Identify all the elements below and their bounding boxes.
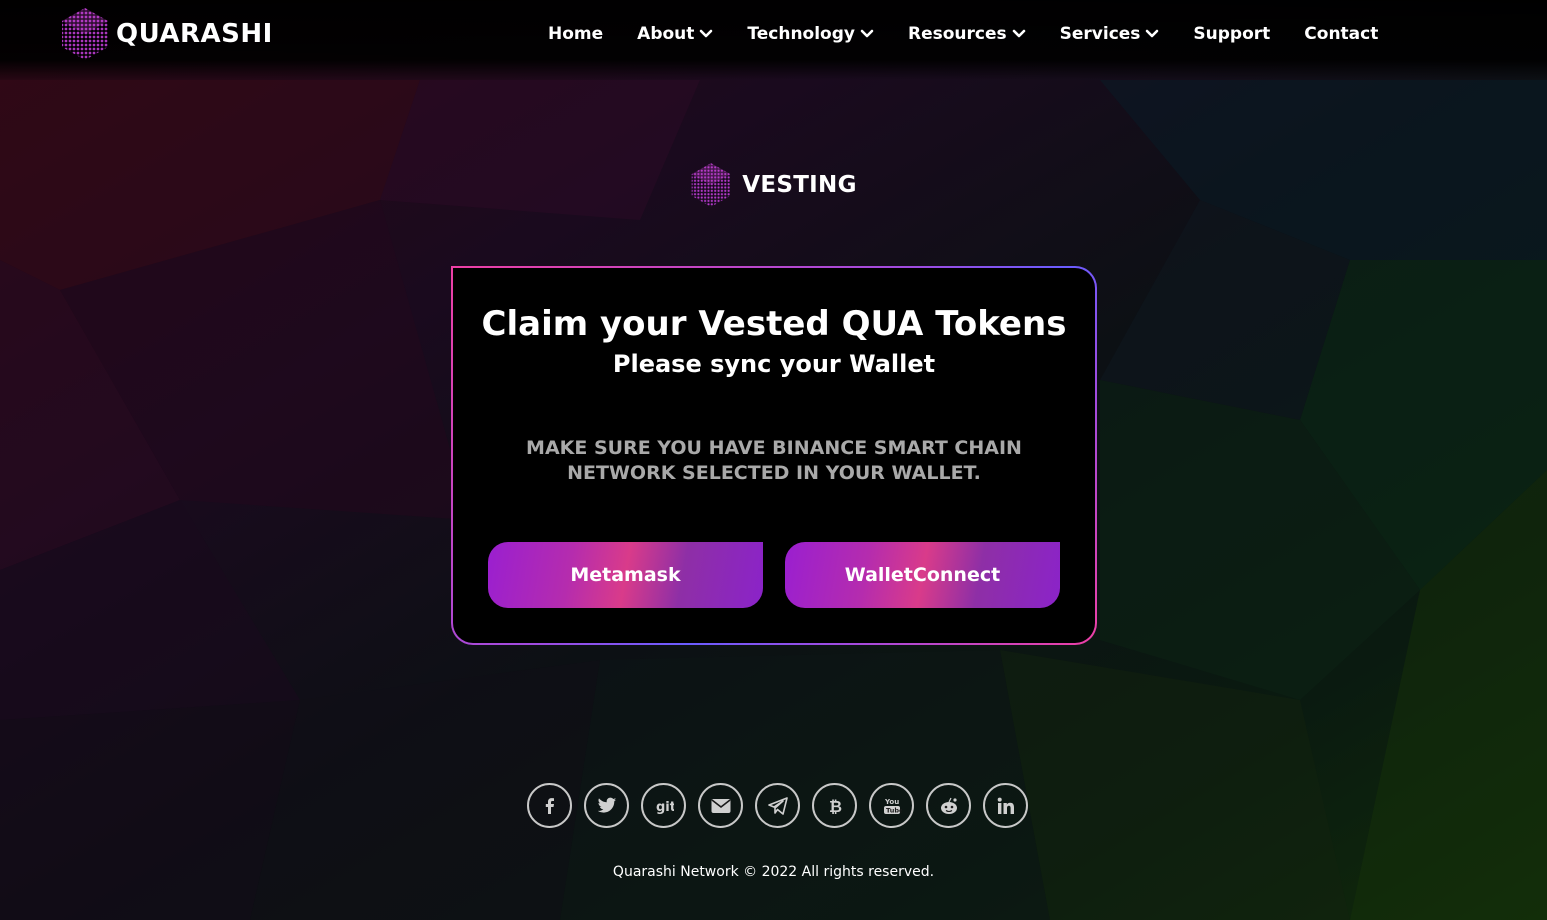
nav-label: Contact (1304, 24, 1379, 44)
telegram-icon (767, 796, 788, 815)
nav-label: Support (1193, 24, 1271, 44)
nav-home[interactable]: Home (548, 20, 603, 48)
email-icon (711, 798, 730, 813)
svg-text:git: git (656, 800, 674, 815)
chevron-down-icon (700, 29, 713, 38)
bitcoin-icon: ₿ (829, 797, 842, 816)
nav-contact[interactable]: Contact (1304, 20, 1378, 48)
nav-label: Resources (907, 24, 1007, 44)
vesting-card-body: Claim your Vested QUA Tokens Please sync… (453, 268, 1095, 643)
card-subtitle: Please sync your Wallet (612, 350, 936, 378)
card-title: Claim your Vested QUA Tokens (481, 304, 1067, 344)
footer-copyright: Quarashi Network © 2022 All rights reser… (612, 864, 935, 880)
social-telegram[interactable] (755, 783, 800, 828)
social-reddit[interactable] (926, 783, 971, 828)
section-heading: VESTING (0, 162, 1547, 208)
social-twitter[interactable] (584, 783, 629, 828)
twitter-icon (597, 797, 616, 813)
social-youtube[interactable]: You Tube (869, 783, 914, 828)
section-title: VESTING (742, 172, 857, 198)
social-bitcoin[interactable]: ₿ (812, 783, 857, 828)
hexagon-logo-icon (62, 8, 108, 60)
brand-logo[interactable]: QUARASHI (60, 8, 273, 60)
social-facebook[interactable] (527, 783, 572, 828)
hexagon-logo-icon (691, 163, 731, 207)
reddit-icon (940, 797, 957, 814)
git-icon: git (656, 800, 674, 815)
nav-support[interactable]: Support (1193, 20, 1270, 48)
social-git[interactable]: git (641, 783, 686, 828)
nav-services[interactable]: Services (1060, 20, 1160, 48)
social-linkedin[interactable] (983, 783, 1028, 828)
site-header: QUARASHI Home About Technology Resources… (0, 0, 1547, 80)
main-nav: Home About Technology Resources Services… (548, 20, 1378, 48)
svg-text:₿: ₿ (829, 797, 842, 816)
nav-label: Home (548, 24, 604, 44)
nav-label: Technology (747, 24, 855, 44)
linkedin-icon (997, 797, 1014, 814)
nav-label: About (637, 24, 695, 44)
vesting-card: Claim your Vested QUA Tokens Please sync… (451, 266, 1097, 645)
network-notice: MAKE SURE YOU HAVE BINANCE SMART CHAIN N… (526, 437, 1022, 484)
metamask-button[interactable]: Metamask (488, 542, 763, 608)
chevron-down-icon (1146, 29, 1159, 38)
nav-about[interactable]: About (637, 20, 713, 48)
social-email[interactable] (698, 783, 743, 828)
nav-technology[interactable]: Technology (747, 20, 874, 48)
brand-name: QUARASHI (116, 19, 273, 49)
chevron-down-icon (860, 29, 874, 38)
social-links: git ₿ You Tube (527, 783, 1028, 828)
svg-text:Tube: Tube (886, 806, 902, 814)
svg-text:You: You (884, 798, 899, 806)
nav-label: Services (1059, 24, 1141, 44)
chevron-down-icon (1012, 29, 1025, 38)
nav-resources[interactable]: Resources (908, 20, 1026, 48)
facebook-icon (545, 797, 554, 814)
walletconnect-button[interactable]: WalletConnect (785, 542, 1060, 608)
youtube-icon: You Tube (883, 798, 902, 814)
